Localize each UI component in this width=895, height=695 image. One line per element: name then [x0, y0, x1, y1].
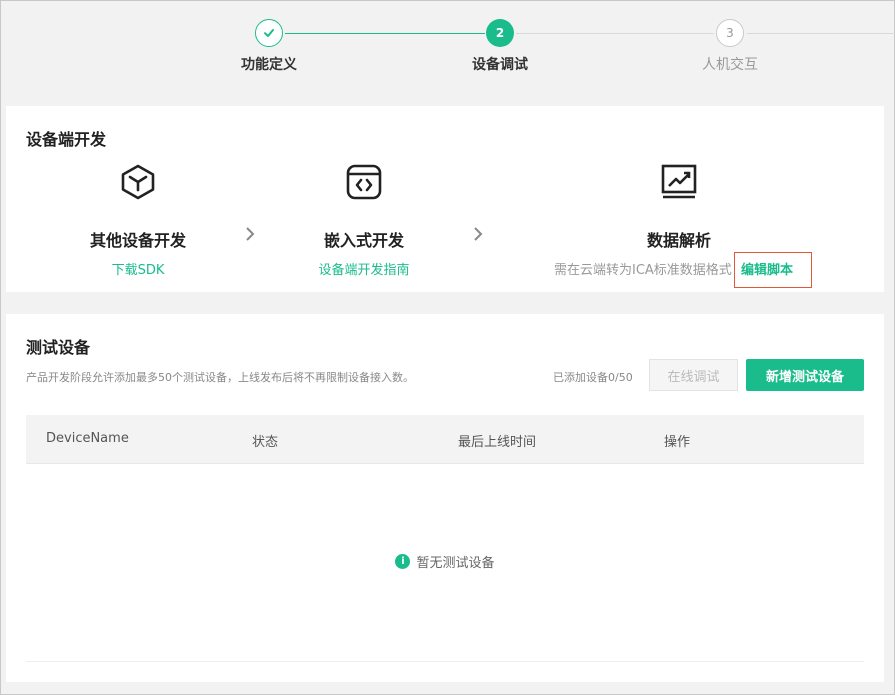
other-device-dev-option: 其他设备开发 下载SDK: [38, 161, 238, 278]
empty-state: i 暂无测试设备: [26, 552, 864, 571]
data-parsing-desc-text: 需在云端转为ICA标准数据格式: [554, 263, 732, 278]
test-devices-description: 产品开发阶段允许添加最多50个测试设备，上线发布后将不再限制设备接入数。: [26, 371, 414, 384]
device-development-card: 设备端开发 其他设备开发 下载SDK 嵌入式开发 设备端开发指南 数据解析 需在…: [6, 106, 884, 292]
data-parsing-description: 需在云端转为ICA标准数据格式 编辑脚本: [554, 252, 812, 288]
chevron-right-icon: [472, 226, 484, 247]
step-3-label[interactable]: 人机交互: [670, 54, 790, 74]
progress-stepper: 2 3 功能定义 设备调试 人机交互: [1, 1, 895, 91]
cube-icon: [38, 161, 238, 203]
column-actions: 操作: [664, 435, 691, 450]
step-connector-pending-end: [747, 33, 895, 34]
online-debug-button[interactable]: 在线调试: [649, 359, 738, 391]
other-device-dev-title: 其他设备开发: [89, 231, 186, 250]
chevron-right-icon: [244, 226, 256, 247]
added-device-count: 已添加设备0/50: [553, 371, 633, 384]
column-last-online-time: 最后上线时间: [458, 435, 537, 450]
step-connector-done: [285, 33, 485, 34]
column-status: 状态: [252, 435, 279, 450]
device-dev-title: 设备端开发: [26, 130, 107, 149]
embedded-dev-option: 嵌入式开发 设备端开发指南: [264, 161, 464, 278]
edit-script-link[interactable]: 编辑脚本: [733, 252, 812, 288]
step-1-check-icon[interactable]: [255, 19, 283, 47]
embedded-dev-title: 嵌入式开发: [323, 231, 404, 250]
info-icon: i: [395, 554, 411, 569]
test-devices-title: 测试设备: [26, 338, 91, 357]
step-2-label[interactable]: 设备调试: [440, 54, 560, 74]
table-bottom-divider: [26, 661, 864, 662]
test-device-table-header: DeviceName 状态 最后上线时间 操作: [26, 415, 864, 464]
step-3-indicator[interactable]: 3: [716, 19, 744, 47]
test-devices-card: 测试设备 产品开发阶段允许添加最多50个测试设备，上线发布后将不再限制设备接入数…: [6, 314, 884, 682]
download-sdk-link[interactable]: 下载SDK: [38, 259, 238, 278]
chart-analysis-icon: [554, 161, 804, 203]
empty-state-text: 暂无测试设备: [416, 556, 495, 571]
step-1-label[interactable]: 功能定义: [209, 54, 329, 74]
embedded-code-icon: [264, 161, 464, 203]
step-connector-pending: [516, 33, 714, 34]
data-parsing-option: 数据解析 需在云端转为ICA标准数据格式 编辑脚本: [554, 161, 812, 288]
step-2-indicator[interactable]: 2: [486, 19, 514, 47]
add-test-device-button[interactable]: 新增测试设备: [746, 359, 864, 391]
column-device-name: DeviceName: [46, 431, 129, 446]
device-dev-guide-link[interactable]: 设备端开发指南: [264, 259, 464, 278]
data-parsing-title: 数据解析: [646, 231, 711, 250]
